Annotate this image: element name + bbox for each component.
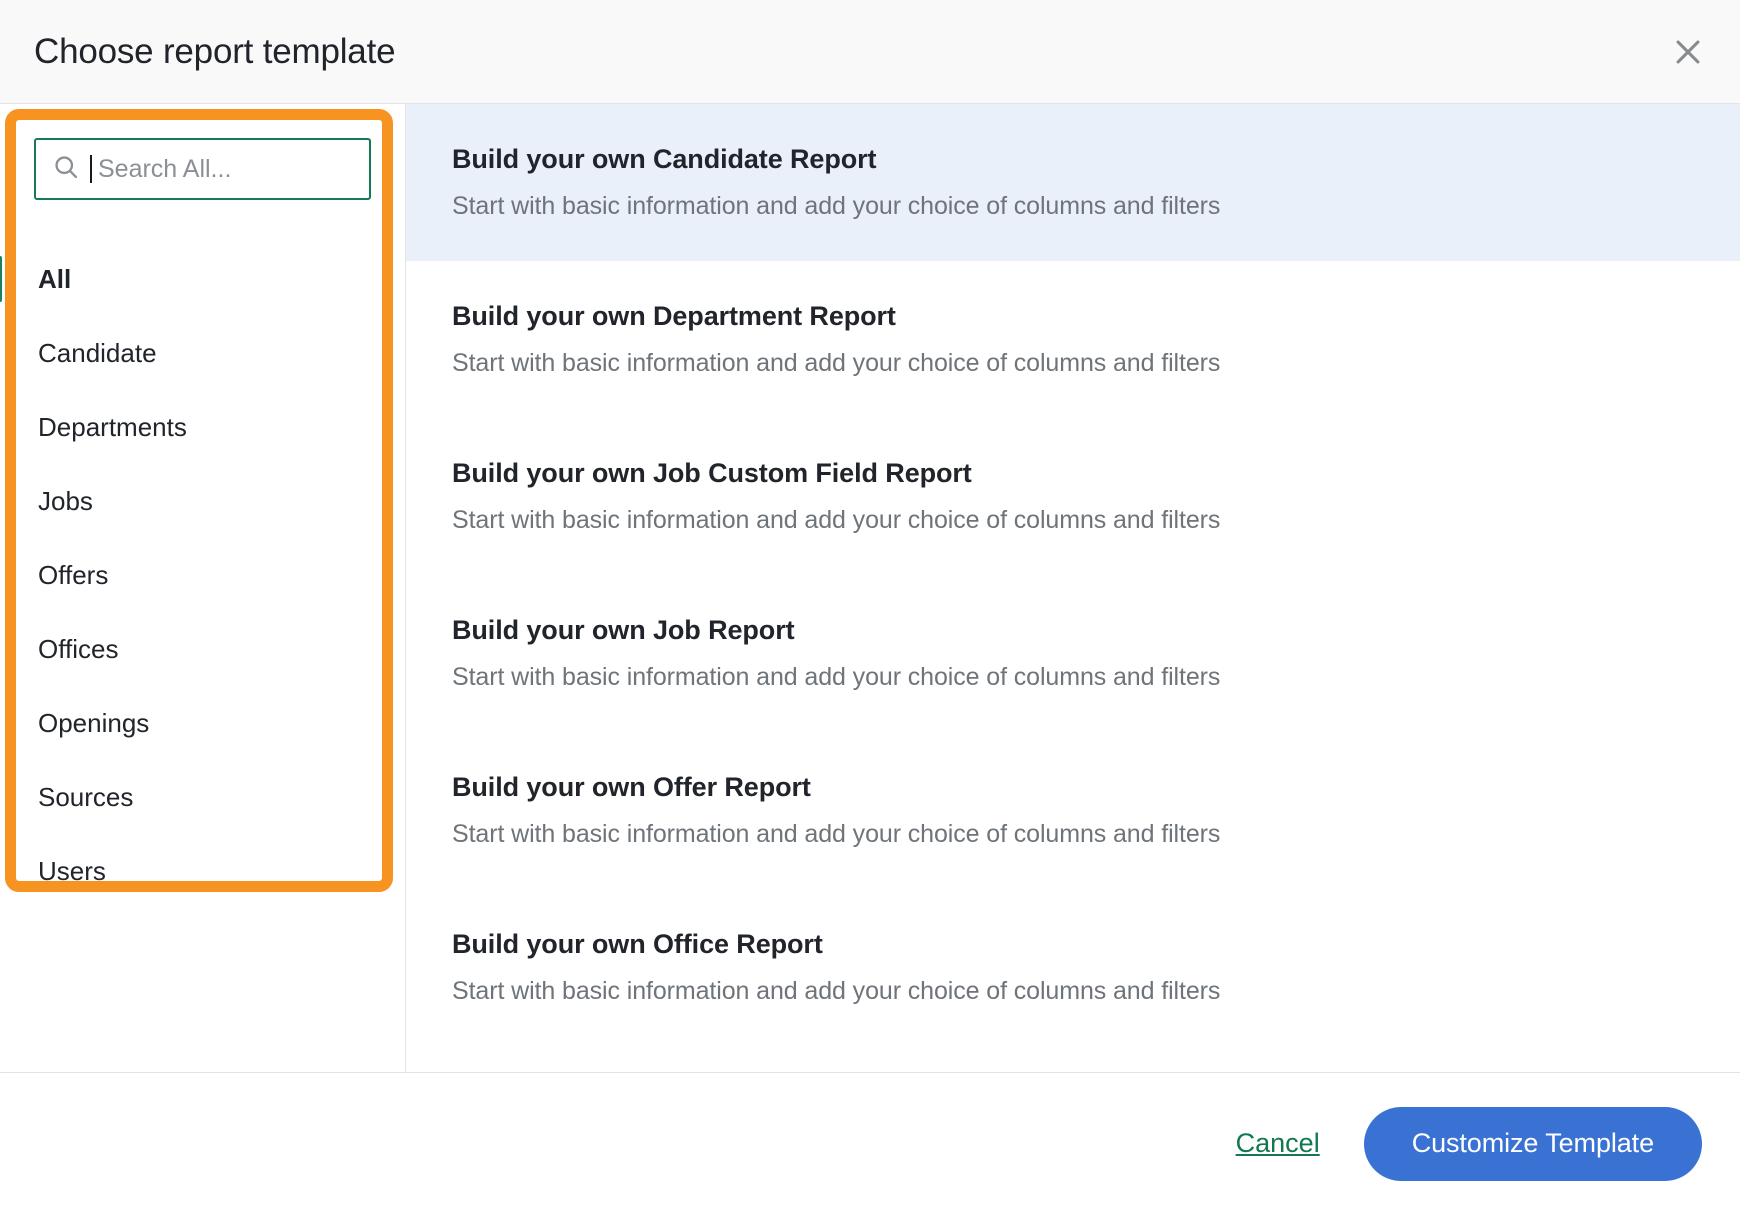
template-description: Start with basic information and add you… — [452, 349, 1221, 377]
template-description: Start with basic information and add you… — [452, 820, 1221, 848]
sidebar-item-openings[interactable]: Openings — [0, 686, 405, 760]
close-icon — [1671, 35, 1705, 69]
sidebar-item-label: Jobs — [38, 485, 93, 516]
template-name: Build your own Offer Report — [452, 772, 811, 802]
template-name: Build your own Department Report — [452, 301, 896, 331]
template-description: Start with basic information and add you… — [452, 977, 1221, 1005]
search-input[interactable]: Search All... — [34, 138, 371, 200]
sidebar-item-label: Departments — [38, 411, 187, 442]
sidebar-item-label: Offers — [38, 559, 109, 590]
template-item-department-report[interactable]: Build your own Department Report Start w… — [406, 261, 1740, 418]
page-title: Choose report template — [34, 31, 396, 71]
sidebar-item-label: Openings — [38, 707, 150, 738]
template-name: Build your own Job Report — [452, 615, 795, 645]
cancel-button[interactable]: Cancel — [1232, 1122, 1324, 1165]
selected-indicator — [0, 256, 2, 302]
sidebar-item-label: Candidate — [38, 337, 157, 368]
close-button[interactable] — [1664, 28, 1712, 76]
dialog-header: Choose report template — [0, 0, 1740, 104]
template-list: Build your own Candidate Report Start wi… — [406, 104, 1740, 1072]
template-name: Build your own Job Custom Field Report — [452, 458, 972, 488]
sidebar-item-label: Users — [38, 855, 106, 886]
dialog-body: Search All... All Candidate Departments — [0, 104, 1740, 1072]
sidebar-item-all[interactable]: All — [0, 242, 405, 316]
template-item-candidate-report[interactable]: Build your own Candidate Report Start wi… — [406, 104, 1740, 261]
template-item-job-custom-field-report[interactable]: Build your own Job Custom Field Report S… — [406, 418, 1740, 575]
filter-sidebar: Search All... All Candidate Departments — [0, 104, 406, 1072]
template-item-job-report[interactable]: Build your own Job Report Start with bas… — [406, 575, 1740, 732]
sidebar-item-candidate[interactable]: Candidate — [0, 316, 405, 390]
template-description: Start with basic information and add you… — [452, 192, 1221, 220]
sidebar-item-sources[interactable]: Sources — [0, 760, 405, 834]
template-item-office-report[interactable]: Build your own Office Report Start with … — [406, 889, 1740, 1046]
sidebar-item-jobs[interactable]: Jobs — [0, 464, 405, 538]
sidebar-item-label: All — [38, 263, 72, 294]
template-name: Build your own Candidate Report — [452, 144, 877, 174]
dialog-footer: Cancel Customize Template — [0, 1072, 1740, 1214]
template-item-offer-report[interactable]: Build your own Offer Report Start with b… — [406, 732, 1740, 889]
customize-template-button[interactable]: Customize Template — [1363, 1106, 1702, 1181]
sidebar-item-departments[interactable]: Departments — [0, 390, 405, 464]
filter-category-list: All Candidate Departments Jobs Offers Of… — [0, 242, 405, 908]
template-name: Build your own Office Report — [452, 929, 823, 959]
search-placeholder: Search All... — [98, 154, 232, 183]
text-cursor — [90, 155, 92, 183]
template-description: Start with basic information and add you… — [452, 506, 1221, 534]
sidebar-item-label: Offices — [38, 633, 119, 664]
choose-report-template-dialog: Choose report template Search All... All… — [0, 0, 1740, 1214]
sidebar-item-offices[interactable]: Offices — [0, 612, 405, 686]
sidebar-item-label: Sources — [38, 781, 134, 812]
search-container: Search All... — [34, 138, 371, 200]
search-icon — [52, 153, 80, 186]
sidebar-item-offers[interactable]: Offers — [0, 538, 405, 612]
sidebar-item-users[interactable]: Users — [0, 834, 405, 908]
template-description: Start with basic information and add you… — [452, 663, 1221, 691]
